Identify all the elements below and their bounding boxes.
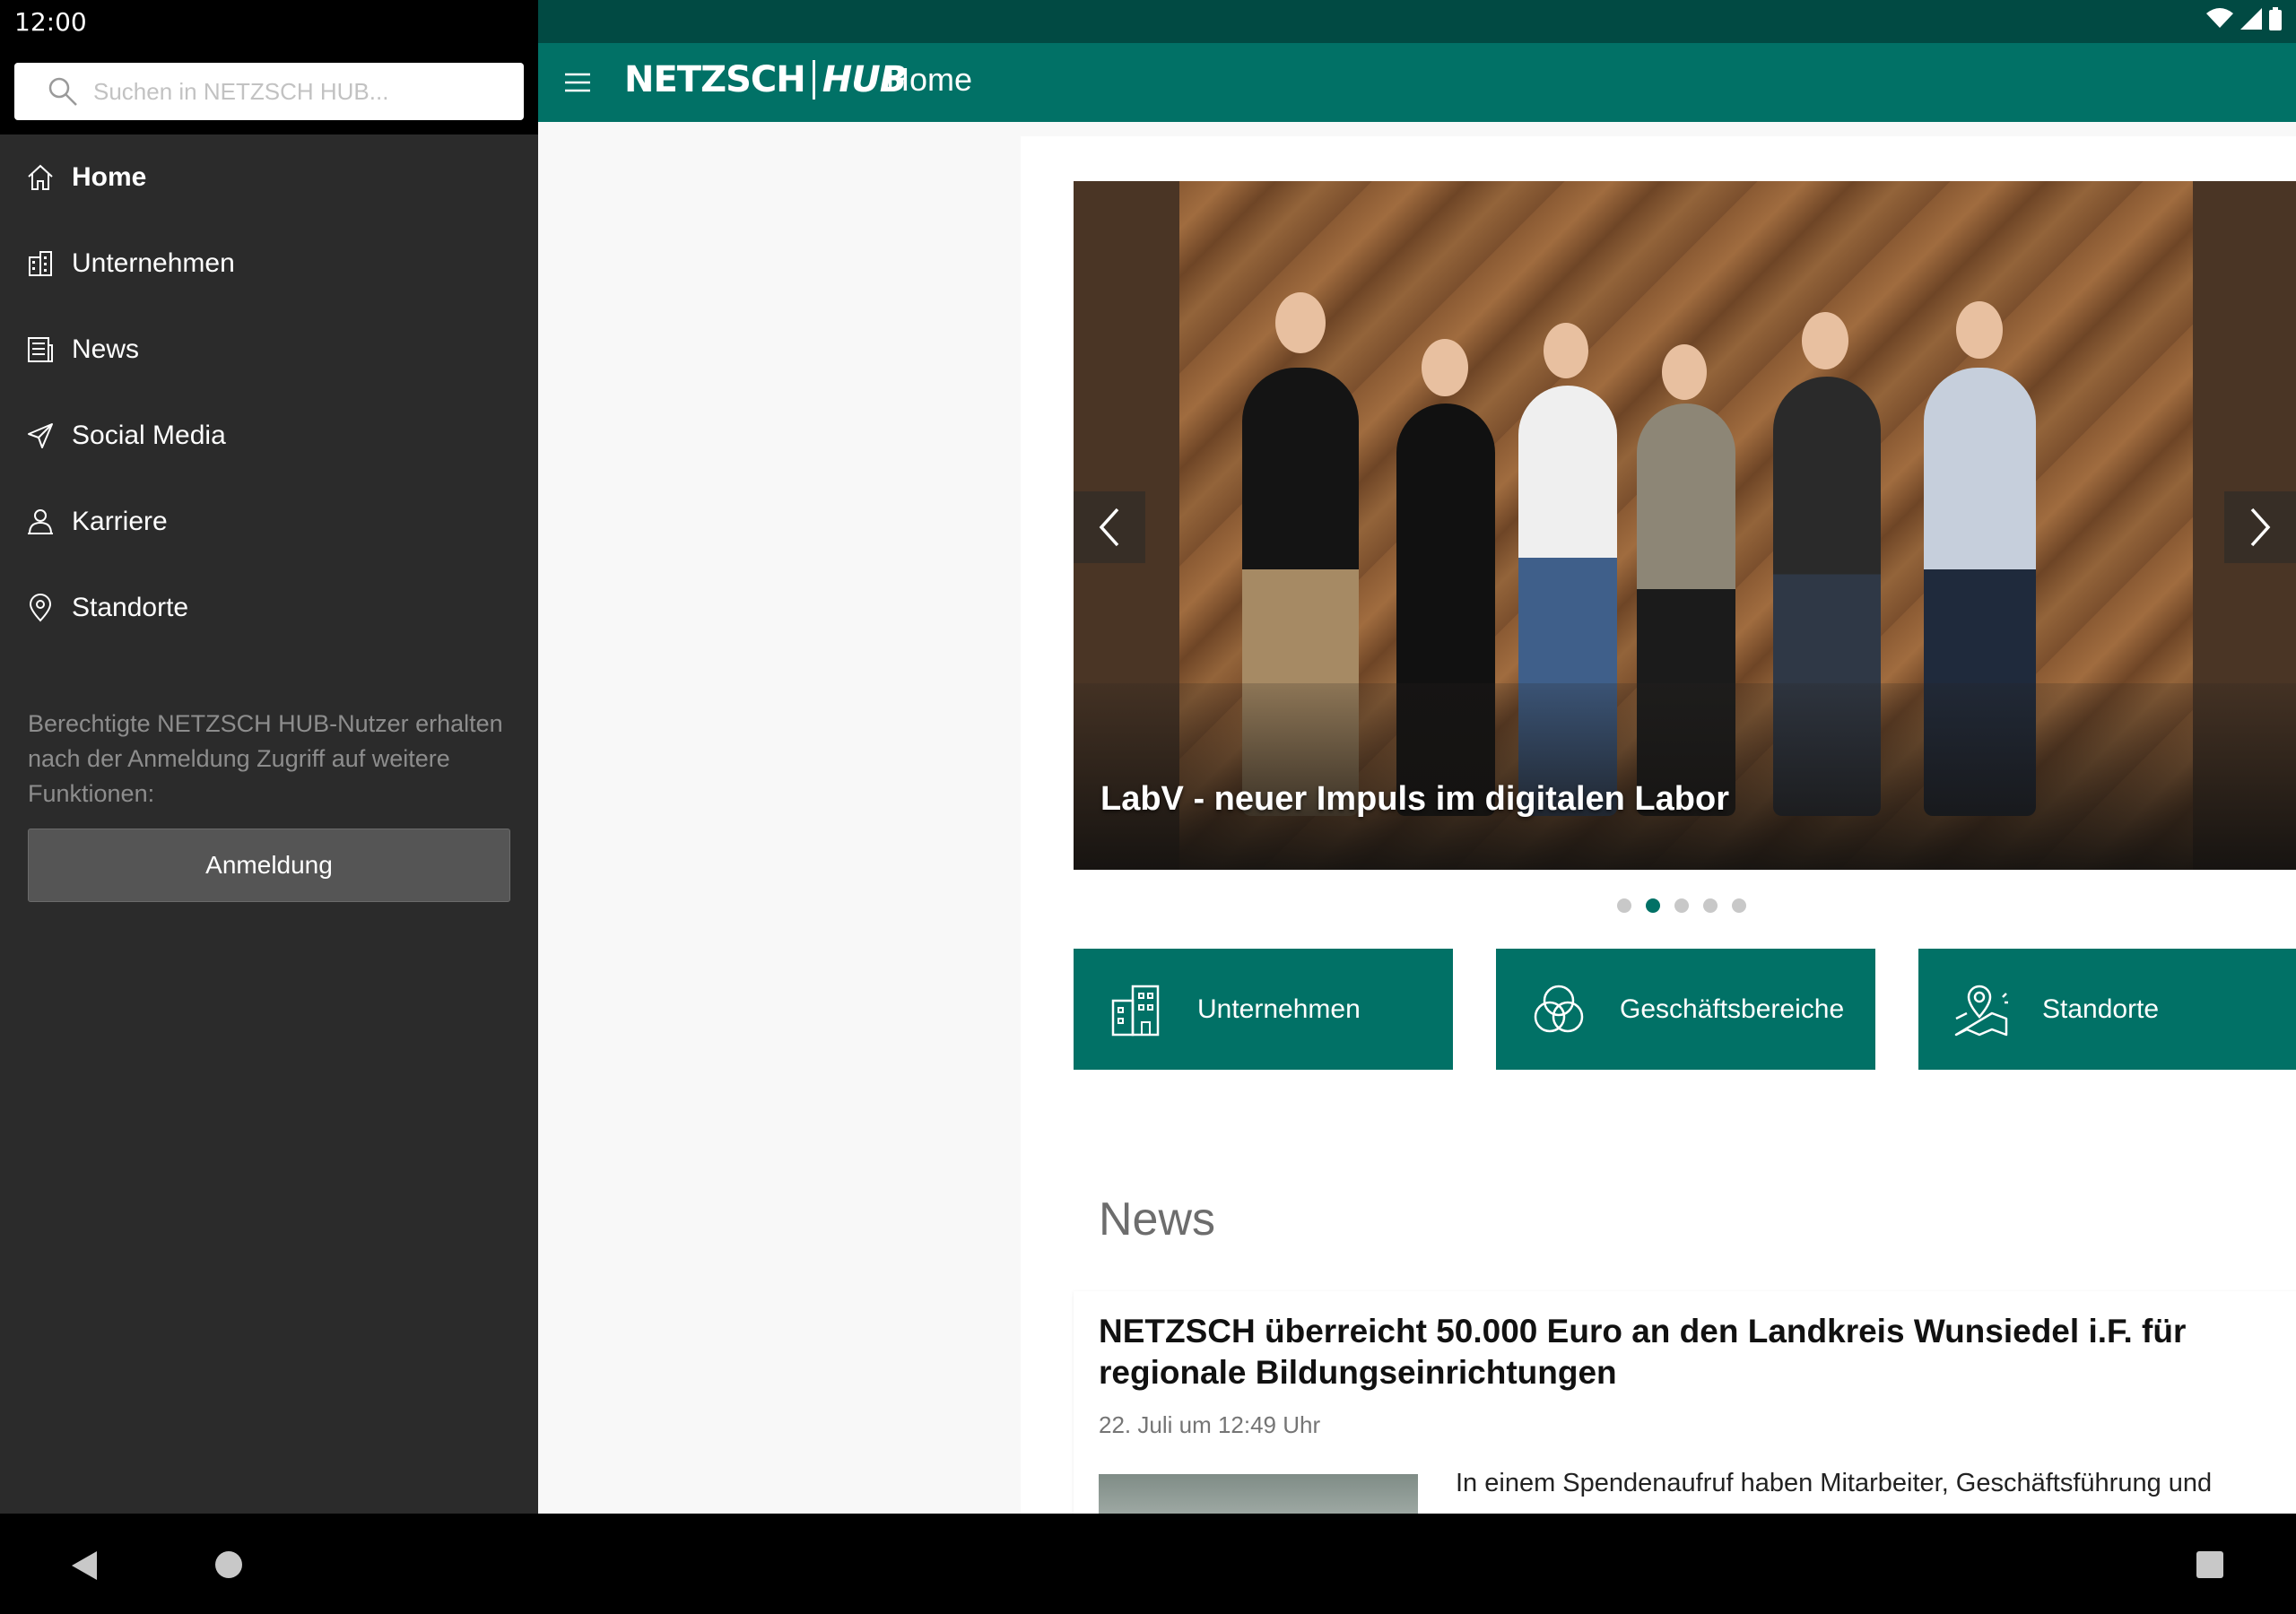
career-icon (28, 509, 53, 534)
sidebar-item-label: Standorte (72, 593, 189, 622)
sidebar-item-label: Karriere (72, 507, 168, 536)
send-icon (28, 423, 53, 448)
sidebar-item-label: News (72, 334, 140, 364)
search-input[interactable] (93, 77, 506, 106)
map-pin-icon (1954, 985, 2008, 1036)
venn-circles-icon (1534, 985, 1584, 1032)
tile-label: Standorte (2042, 994, 2160, 1024)
news-excerpt: In einem Spendenaufruf haben Mitarbeiter… (1456, 1469, 2213, 1497)
carousel-dot[interactable] (1674, 898, 1689, 913)
sidebar-item-news[interactable]: News (0, 307, 538, 393)
tile-geschaeftsbereiche[interactable]: Geschäftsbereiche (1496, 949, 1875, 1070)
system-navigation-bar (0, 1514, 2296, 1614)
sidebar-item-karriere[interactable]: Karriere (0, 479, 538, 565)
news-section-heading: News (1099, 1193, 1216, 1245)
drawer-nav: Home Unternehmen News Social Media Karri… (0, 134, 538, 651)
photo-person-head (1956, 301, 2003, 359)
carousel-caption-gradient (1074, 683, 2296, 870)
carousel-dot[interactable] (1617, 898, 1631, 913)
news-thumbnail[interactable] (1099, 1474, 1418, 1514)
photo-person-head (1802, 312, 1848, 369)
photo-person-head (1422, 339, 1468, 396)
home-icon (28, 164, 53, 190)
quick-links: Unternehmen Geschäftsbereiche Standorte (1074, 949, 2296, 1070)
sidebar-item-social-media[interactable]: Social Media (0, 393, 538, 479)
sidebar-item-standorte[interactable]: Standorte (0, 565, 538, 651)
drawer-search-area (0, 43, 538, 134)
home-button-icon[interactable] (215, 1551, 242, 1578)
search-icon (48, 77, 77, 106)
logo-divider (812, 60, 815, 100)
status-icons (2206, 7, 2282, 30)
building-icon (1111, 985, 1160, 1036)
netzsch-hub-logo[interactable]: NETZSCH HUB (624, 59, 907, 100)
status-bar-left: 12:00 (0, 0, 538, 43)
navigation-drawer: Home Unternehmen News Social Media Karri… (0, 43, 538, 1514)
carousel-caption[interactable]: LabV - neuer Impuls im digitalen Labor (1100, 780, 1729, 819)
sidebar-item-home[interactable]: Home (0, 134, 538, 221)
search-box[interactable] (14, 63, 524, 120)
sidebar-item-label: Social Media (72, 421, 226, 450)
news-title[interactable]: NETZSCH überreicht 50.000 Euro an den La… (1099, 1311, 2193, 1393)
login-button[interactable]: Anmeldung (28, 829, 510, 902)
carousel-next-button[interactable] (2224, 491, 2296, 563)
logo-brand: NETZSCH (624, 59, 806, 100)
chevron-right-icon (2250, 508, 2271, 547)
photo-person-head (1275, 292, 1326, 353)
newspaper-icon (28, 337, 53, 362)
page-title: Home (886, 61, 973, 98)
photo-person-head (1662, 344, 1707, 400)
chevron-left-icon (1099, 508, 1119, 547)
hero-carousel[interactable]: LabV - neuer Impuls im digitalen Labor (1074, 181, 2296, 870)
photo-person-head (1544, 323, 1588, 378)
location-pin-icon (29, 594, 52, 622)
carousel-dot-active[interactable] (1646, 898, 1660, 913)
sidebar-item-label: Unternehmen (72, 248, 235, 278)
status-bar-right (538, 0, 2296, 43)
main-content: LabV - neuer Impuls im digitalen Labor U… (1021, 136, 2296, 1514)
carousel-prev-button[interactable] (1074, 491, 1145, 563)
recent-apps-icon[interactable] (2196, 1551, 2223, 1578)
tile-label: Geschäftsbereiche (1620, 994, 1845, 1024)
carousel-dot[interactable] (1703, 898, 1718, 913)
status-time: 12:00 (14, 7, 87, 37)
tile-standorte[interactable]: Standorte (1918, 949, 2296, 1070)
wifi-icon (2206, 8, 2233, 28)
back-icon[interactable] (70, 1549, 99, 1582)
sidebar-item-unternehmen[interactable]: Unternehmen (0, 221, 538, 307)
app-bar: NETZSCH HUB Home (538, 43, 2296, 122)
battery-icon (2269, 7, 2282, 30)
signal-icon (2240, 8, 2262, 30)
login-info-text: Berechtigte NETZSCH HUB-Nutzer erhalten … (28, 710, 503, 807)
sidebar-item-label: Home (72, 162, 147, 192)
carousel-dot[interactable] (1732, 898, 1746, 913)
tile-label: Unternehmen (1197, 994, 1361, 1024)
hamburger-menu-icon[interactable] (563, 70, 592, 95)
building-icon (29, 251, 52, 276)
news-card[interactable]: NETZSCH überreicht 50.000 Euro an den La… (1074, 1291, 2296, 1514)
carousel-indicator (1021, 898, 2296, 913)
news-date: 22. Juli um 12:49 Uhr (1099, 1411, 1321, 1438)
tile-unternehmen[interactable]: Unternehmen (1074, 949, 1453, 1070)
